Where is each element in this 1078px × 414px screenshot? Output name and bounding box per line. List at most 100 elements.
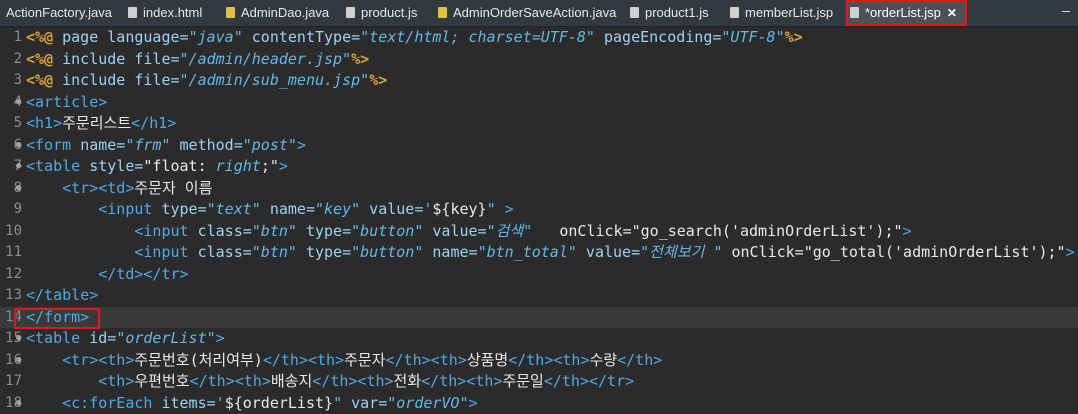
editor-tab-bar: ActionFactory.java index.html AdminDao.jav… bbox=[0, 0, 1078, 27]
code-line[interactable]: 5<h1>주문리스트</h1> bbox=[0, 113, 1078, 135]
code-line[interactable]: 13</table> bbox=[0, 285, 1078, 307]
code-line[interactable]: 18● <c:forEach items='${orderList}" var=… bbox=[0, 393, 1078, 414]
token: name= bbox=[80, 136, 125, 154]
token: "text" bbox=[207, 200, 261, 218]
token: <article> bbox=[26, 93, 107, 111]
code-text: <article> bbox=[26, 92, 107, 114]
code-line[interactable]: 8● <tr><td>주문자 이름 bbox=[0, 178, 1078, 200]
code-line[interactable]: 1<%@ page language="java" contentType="t… bbox=[0, 27, 1078, 49]
fold-marker-icon[interactable]: ● bbox=[16, 350, 21, 372]
code-line[interactable]: 3<%@ include file="/admin/sub_menu.jsp"%… bbox=[0, 70, 1078, 92]
tab-label: AdminOrderSaveAction.java bbox=[453, 5, 616, 20]
token: value= bbox=[577, 243, 640, 261]
tab-admindao-java[interactable]: AdminDao.java bbox=[226, 0, 329, 26]
minimize-icon[interactable]: ‒ bbox=[1062, 2, 1070, 18]
token: 주문번호(처리여부) bbox=[134, 351, 262, 369]
token: " bbox=[333, 394, 342, 412]
tab-adminordersaveaction-java[interactable]: AdminOrderSaveAction.java bbox=[438, 0, 616, 26]
token: type= bbox=[161, 200, 206, 218]
tab-label: AdminDao.java bbox=[241, 5, 329, 20]
fold-marker-icon[interactable]: ● bbox=[16, 92, 21, 114]
js-file-icon bbox=[630, 7, 639, 18]
fold-marker-icon[interactable]: ● bbox=[16, 393, 21, 414]
tab-orderlist-jsp[interactable]: *orderList.jsp ✕ bbox=[846, 0, 967, 26]
code-line[interactable]: 6●<form name="frm" method="post"> bbox=[0, 135, 1078, 157]
code-text: <%@ include file="/admin/header.jsp"%> bbox=[26, 49, 369, 71]
token: items= bbox=[161, 394, 215, 412]
token: <form bbox=[26, 136, 80, 154]
code-line[interactable]: 7●<table style="float: right;"> bbox=[0, 156, 1078, 178]
tab-label: *orderList.jsp bbox=[865, 5, 941, 20]
token: "UTF-8" bbox=[721, 28, 784, 46]
code-text: <table id="orderList"> bbox=[26, 328, 225, 350]
token bbox=[26, 200, 98, 218]
token: </td></tr> bbox=[98, 265, 188, 283]
token: "frm" bbox=[125, 136, 170, 154]
line-number: 10 bbox=[0, 221, 22, 243]
jsp-file-icon bbox=[730, 7, 739, 18]
token: "key" bbox=[315, 200, 360, 218]
token: ${key} bbox=[432, 200, 486, 218]
line-number: 1 bbox=[0, 27, 22, 49]
token: %> bbox=[369, 71, 387, 89]
token: 주문리스트 bbox=[62, 114, 131, 132]
token: > bbox=[469, 394, 478, 412]
token: "검색" bbox=[487, 222, 533, 240]
token: <table bbox=[26, 329, 89, 347]
token: value= bbox=[423, 222, 486, 240]
token: <input bbox=[134, 222, 197, 240]
code-line[interactable]: 9 <input type="text" name="key" value='$… bbox=[0, 199, 1078, 221]
token: </th><th> bbox=[312, 372, 393, 390]
code-line[interactable]: 14</form> bbox=[0, 307, 1078, 329]
token: include file= bbox=[62, 71, 179, 89]
fold-marker-icon[interactable]: ● bbox=[16, 178, 21, 200]
code-line[interactable]: 17 <th>우편번호</th><th>배송지</th><th>전화</th><… bbox=[0, 371, 1078, 393]
token bbox=[26, 394, 62, 412]
token: name= bbox=[261, 200, 315, 218]
js-file-icon bbox=[346, 7, 355, 18]
token: 배송지 bbox=[271, 372, 312, 390]
code-text: <%@ include file="/admin/sub_menu.jsp"%> bbox=[26, 70, 387, 92]
token: > bbox=[216, 329, 225, 347]
code-line[interactable]: 15●<table id="orderList"> bbox=[0, 328, 1078, 350]
token: "전체보기 " bbox=[640, 243, 722, 261]
token: "orderList" bbox=[116, 329, 215, 347]
tab-actionfactory-java[interactable]: ActionFactory.java bbox=[6, 0, 112, 26]
token: "btn_total" bbox=[478, 243, 577, 261]
code-editor[interactable]: 1<%@ page language="java" contentType="t… bbox=[0, 27, 1078, 405]
token: </th></tr> bbox=[544, 372, 634, 390]
token: id= bbox=[89, 329, 116, 347]
fold-marker-icon[interactable]: ● bbox=[16, 135, 21, 157]
token bbox=[26, 265, 98, 283]
fold-marker-icon[interactable]: ● bbox=[16, 156, 21, 178]
code-line[interactable]: 10 <input class="btn" type="button" valu… bbox=[0, 221, 1078, 243]
tab-product1-js[interactable]: product1.js bbox=[630, 0, 709, 26]
token: ' bbox=[216, 394, 225, 412]
token: method= bbox=[171, 136, 243, 154]
tab-product-js[interactable]: product.js bbox=[346, 0, 417, 26]
code-line[interactable]: 16● <tr><th>주문번호(처리여부)</th><th>주문자</th><… bbox=[0, 350, 1078, 372]
code-line[interactable]: 11 <input class="btn" type="button" name… bbox=[0, 242, 1078, 264]
token: " bbox=[487, 200, 505, 218]
line-number: 12 bbox=[0, 264, 22, 286]
code-line[interactable]: 4●<article> bbox=[0, 92, 1078, 114]
tab-memberlist-jsp[interactable]: memberList.jsp bbox=[730, 0, 833, 26]
token: contentType= bbox=[243, 28, 360, 46]
code-text: <th>우편번호</th><th>배송지</th><th>전화</th><th>… bbox=[26, 371, 634, 393]
java-file-icon bbox=[226, 7, 235, 18]
code-text: </td></tr> bbox=[26, 264, 189, 286]
tab-index-html[interactable]: index.html bbox=[128, 0, 202, 26]
code-line[interactable]: 2<%@ include file="/admin/header.jsp"%> bbox=[0, 49, 1078, 71]
token: </h1> bbox=[131, 114, 176, 132]
token: <h1> bbox=[26, 114, 62, 132]
code-line[interactable]: 12 </td></tr> bbox=[0, 264, 1078, 286]
token: "float: bbox=[143, 157, 215, 175]
close-tab-icon[interactable]: ✕ bbox=[947, 6, 957, 20]
code-text: <tr><td>주문자 이름 bbox=[26, 178, 212, 200]
fold-marker-icon[interactable]: ● bbox=[16, 328, 21, 350]
token bbox=[26, 351, 62, 369]
token: <tr><td> bbox=[62, 179, 134, 197]
token: > bbox=[505, 200, 514, 218]
token: type= bbox=[297, 222, 351, 240]
token: 우편번호 bbox=[134, 372, 189, 390]
